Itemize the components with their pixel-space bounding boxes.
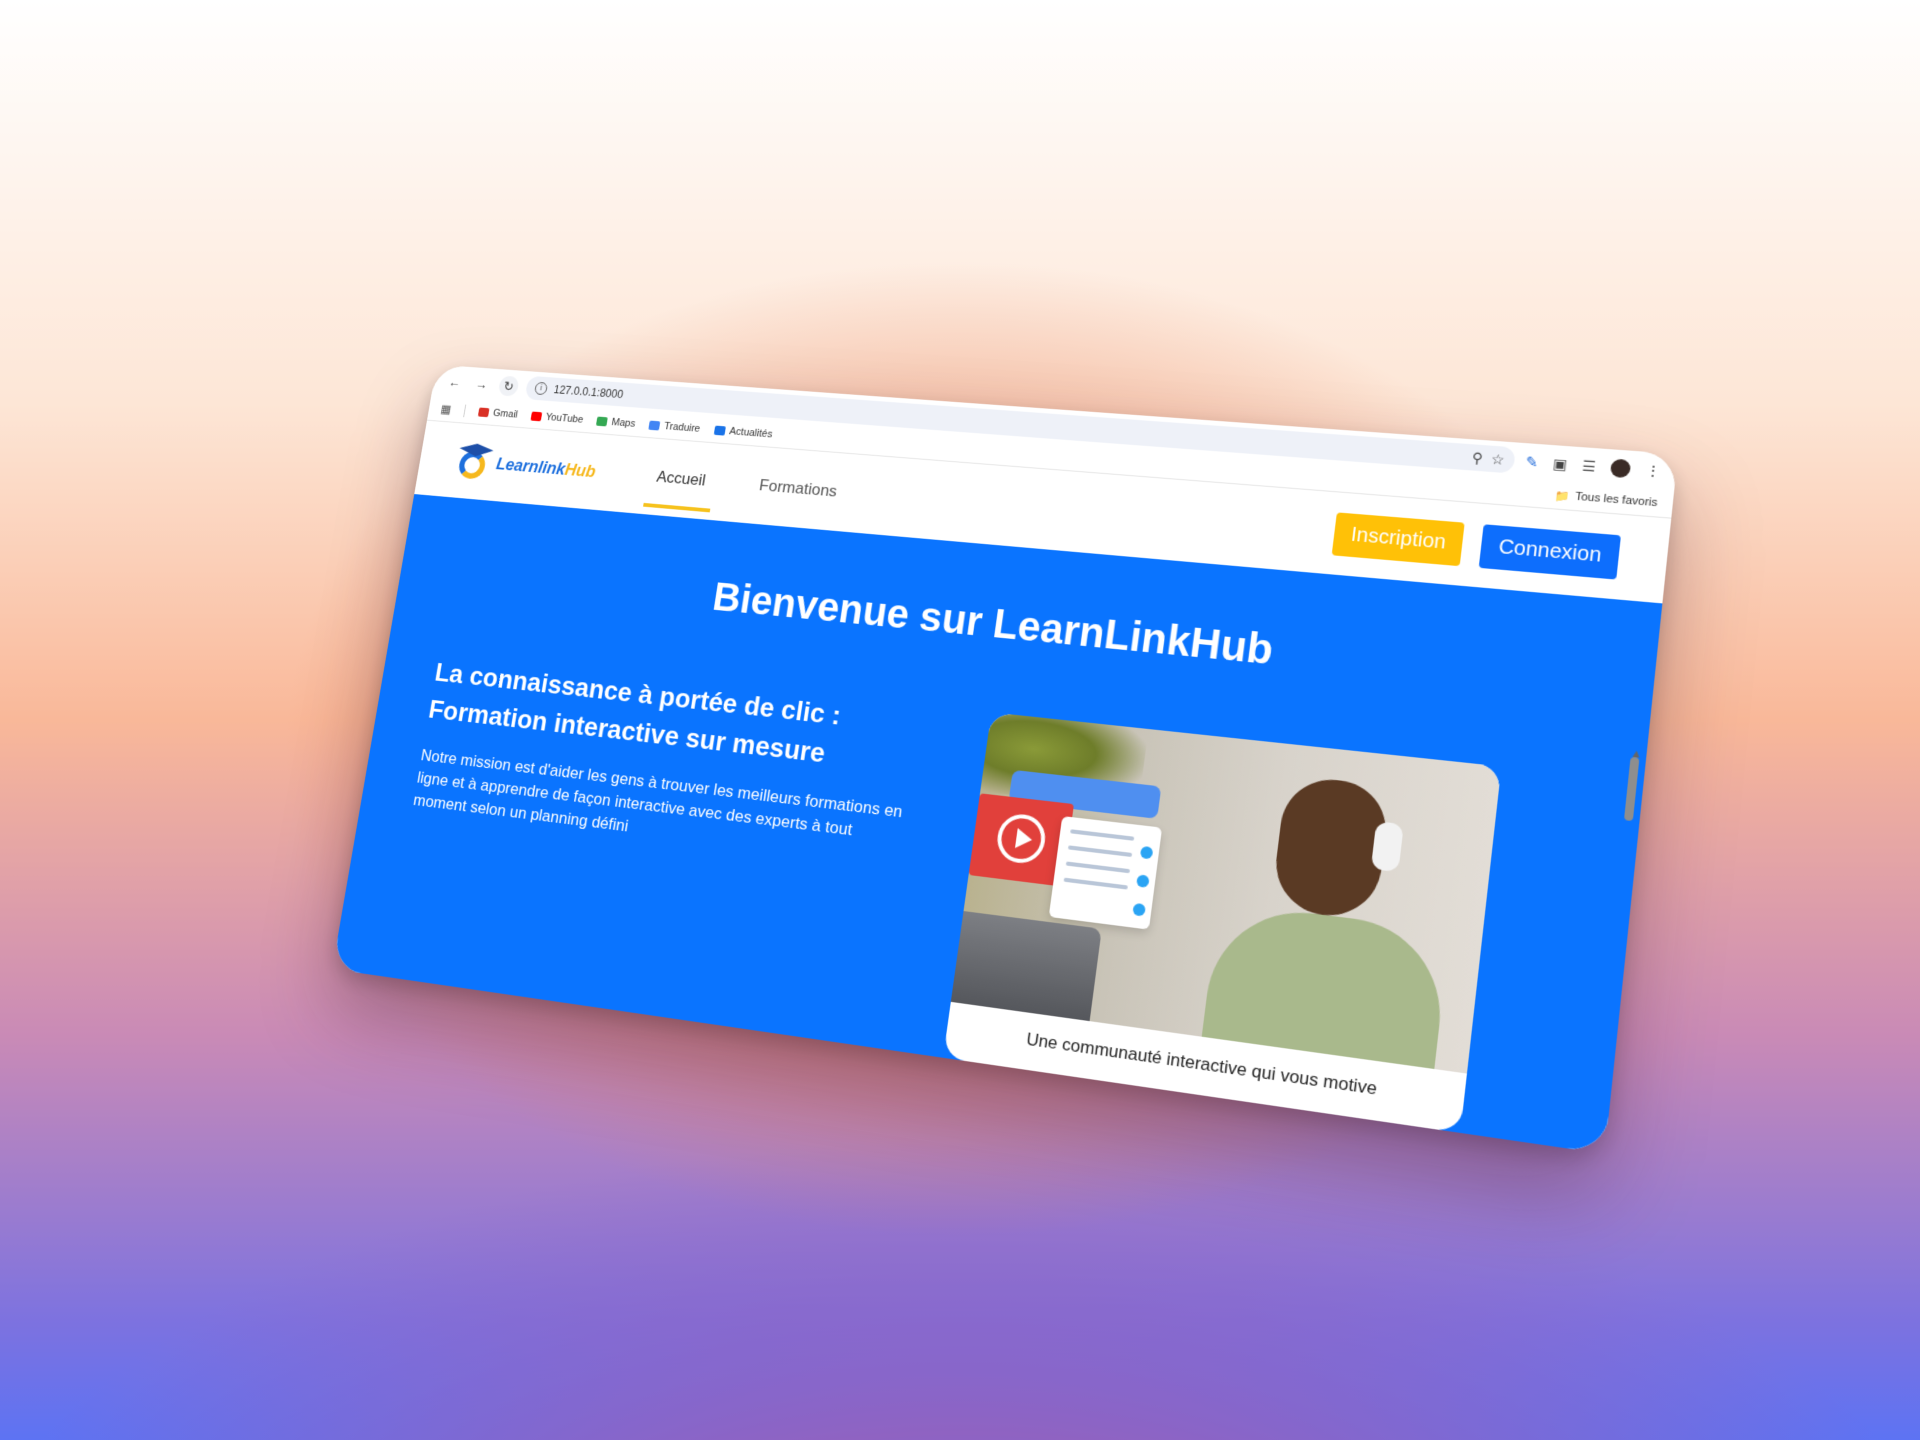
logo-text: LearnlinkHub — [495, 454, 597, 481]
forward-icon[interactable]: → — [471, 374, 493, 395]
person-with-headphones — [1189, 748, 1468, 1074]
login-button[interactable]: Connexion — [1479, 523, 1622, 580]
news-icon — [713, 425, 726, 436]
bookmark-label: YouTube — [544, 411, 584, 426]
hero-intro: La connaissance à portée de clic : Forma… — [412, 654, 925, 873]
browser-window: ← → ↻ i 127.0.0.1:8000 ⚲ ☆ ✎ ▣ ☰ ⋮ ▦ Gma… — [332, 364, 1679, 1154]
site-info-icon[interactable]: i — [534, 381, 549, 396]
bookmark-youtube[interactable]: YouTube — [530, 411, 584, 426]
youtube-icon — [530, 411, 543, 422]
chat-list-graphic — [1048, 816, 1163, 930]
bookmark-gmail[interactable]: Gmail — [478, 407, 519, 421]
menu-icon[interactable]: ⋮ — [1645, 462, 1662, 480]
browser-actions: ✎ ▣ ☰ ⋮ — [1525, 452, 1662, 480]
nav-formations[interactable]: Formations — [744, 447, 851, 532]
extensions-icon[interactable]: ▣ — [1552, 455, 1568, 473]
maps-icon — [596, 416, 609, 427]
stage: ← → ↻ i 127.0.0.1:8000 ⚲ ☆ ✎ ▣ ☰ ⋮ ▦ Gma… — [0, 0, 1920, 1440]
apps-grid-icon[interactable]: ▦ — [440, 402, 453, 417]
reload-icon[interactable]: ↻ — [497, 375, 520, 397]
header-buttons: Inscription Connexion — [1331, 511, 1622, 580]
bookmark-star-icon[interactable]: ☆ — [1490, 450, 1505, 468]
bookmark-maps[interactable]: Maps — [596, 416, 636, 430]
pen-extension-icon[interactable]: ✎ — [1525, 453, 1539, 471]
all-bookmarks[interactable]: 📁 Tous les favoris — [1554, 489, 1658, 510]
bookmark-label: Actualités — [728, 425, 774, 441]
bookmark-label: Maps — [610, 416, 637, 430]
scrollbar[interactable] — [1623, 756, 1640, 822]
site-logo[interactable]: LearnlinkHub — [454, 442, 598, 490]
bookmarks-divider — [463, 404, 467, 418]
bookmark-traduire[interactable]: Traduire — [648, 420, 701, 435]
graduation-cap-icon — [454, 442, 494, 481]
signup-button[interactable]: Inscription — [1331, 511, 1466, 566]
bookmark-label: Traduire — [663, 420, 701, 435]
gmail-icon — [478, 407, 490, 418]
bookmark-actualites[interactable]: Actualités — [713, 425, 774, 441]
translate-icon — [648, 420, 661, 431]
hero-section: Bienvenue sur LearnLinkHub La connaissan… — [332, 494, 1663, 1154]
back-icon[interactable]: ← — [444, 372, 466, 393]
community-card: Une communauté interactive qui vous moti… — [943, 712, 1502, 1133]
media-icon[interactable]: ☰ — [1581, 457, 1596, 475]
profile-avatar[interactable] — [1609, 458, 1632, 479]
bookmark-label: Gmail — [492, 407, 519, 421]
folder-icon: 📁 — [1554, 489, 1571, 503]
zoom-icon[interactable]: ⚲ — [1471, 449, 1484, 467]
logo-text-part1: Learnlink — [495, 454, 567, 478]
all-bookmarks-label: Tous les favoris — [1574, 490, 1659, 510]
logo-text-part2: Hub — [563, 459, 598, 481]
nav-accueil[interactable]: Accueil — [642, 439, 720, 520]
